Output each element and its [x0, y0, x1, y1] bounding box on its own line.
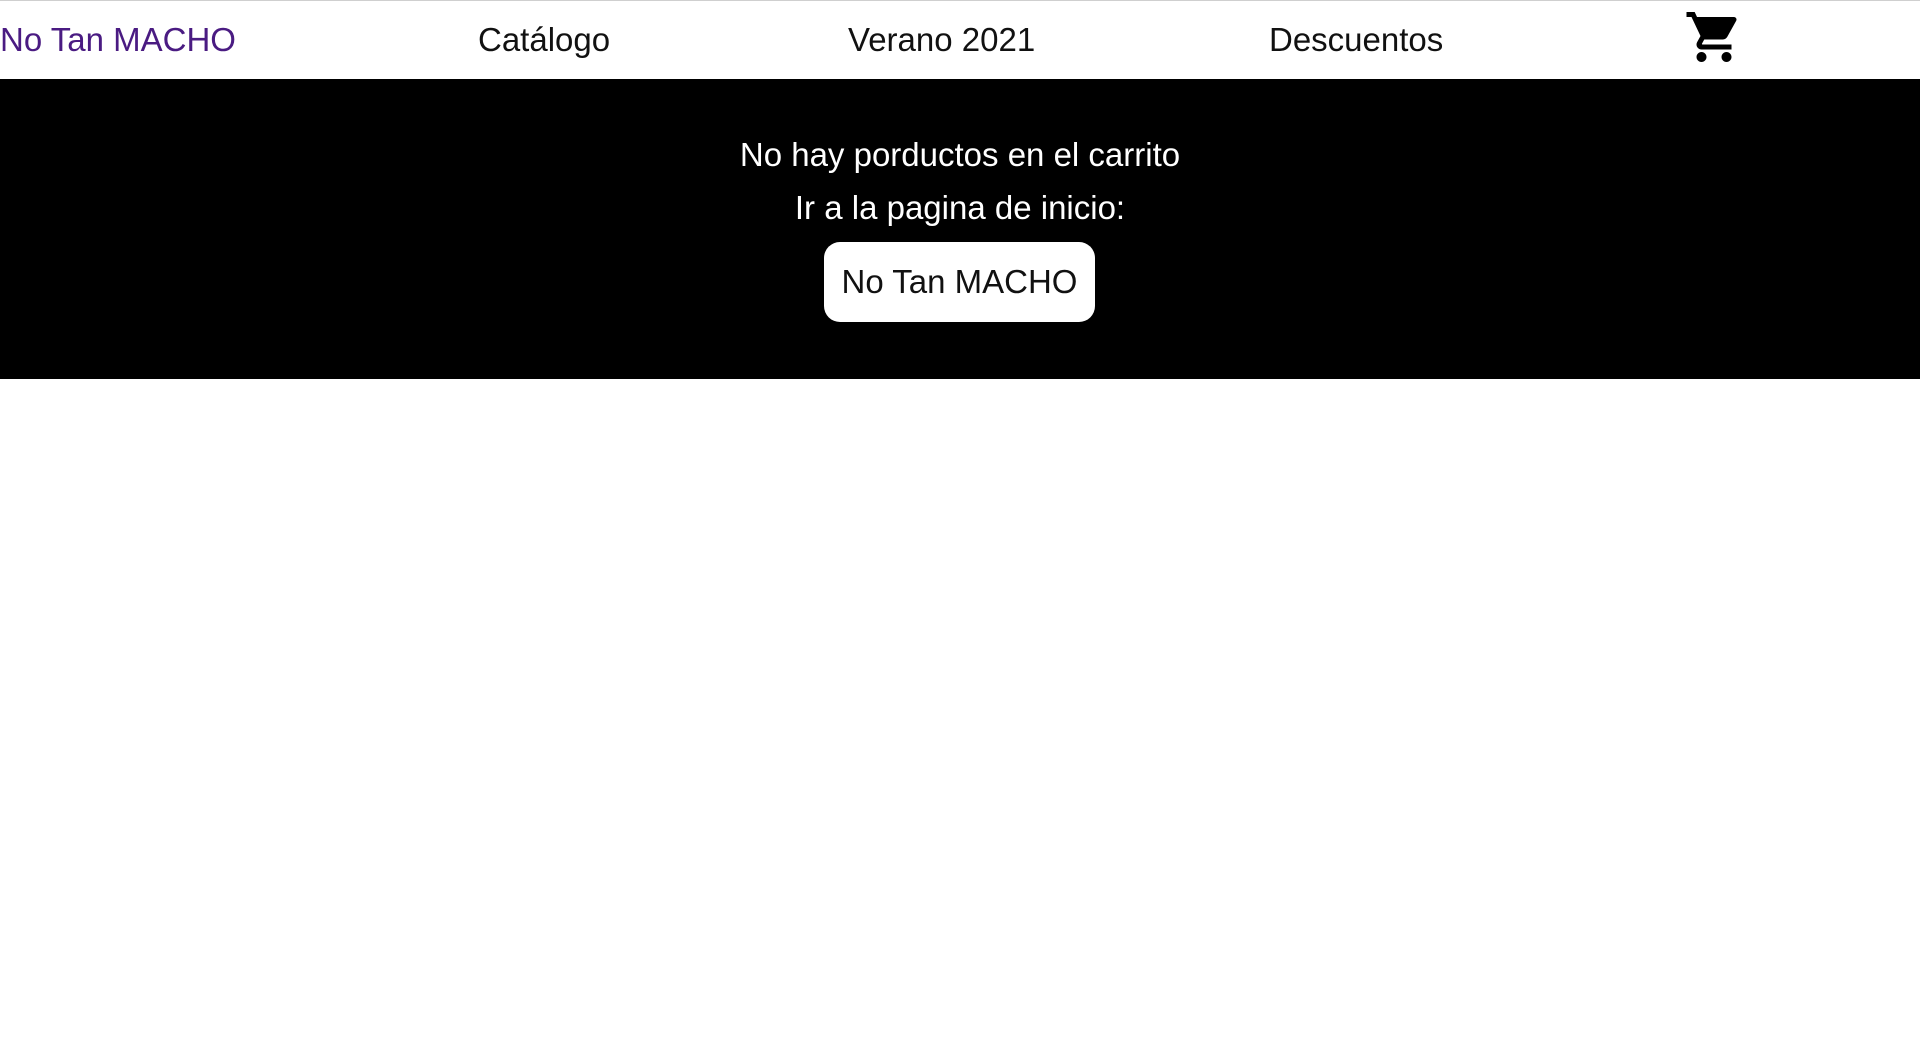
- empty-cart-message: No hay porductos en el carrito: [739, 136, 1181, 173]
- home-page-hint: Ir a la pagina de inicio:: [794, 189, 1126, 226]
- nav-link-verano-2021[interactable]: Verano 2021: [848, 20, 1035, 60]
- empty-cart-panel: No hay porductos en el carrito Ir a la p…: [0, 79, 1920, 379]
- nav-link-catalogo[interactable]: Catálogo: [478, 20, 610, 60]
- go-home-button[interactable]: No Tan MACHO: [824, 242, 1095, 322]
- nav-link-descuentos[interactable]: Descuentos: [1269, 20, 1443, 60]
- top-navbar: No Tan MACHO Catálogo Verano 2021 Descue…: [0, 0, 1920, 79]
- brand-link[interactable]: No Tan MACHO: [0, 20, 236, 60]
- shopping-cart-icon: [1686, 12, 1737, 62]
- cart-button[interactable]: [1683, 7, 1745, 67]
